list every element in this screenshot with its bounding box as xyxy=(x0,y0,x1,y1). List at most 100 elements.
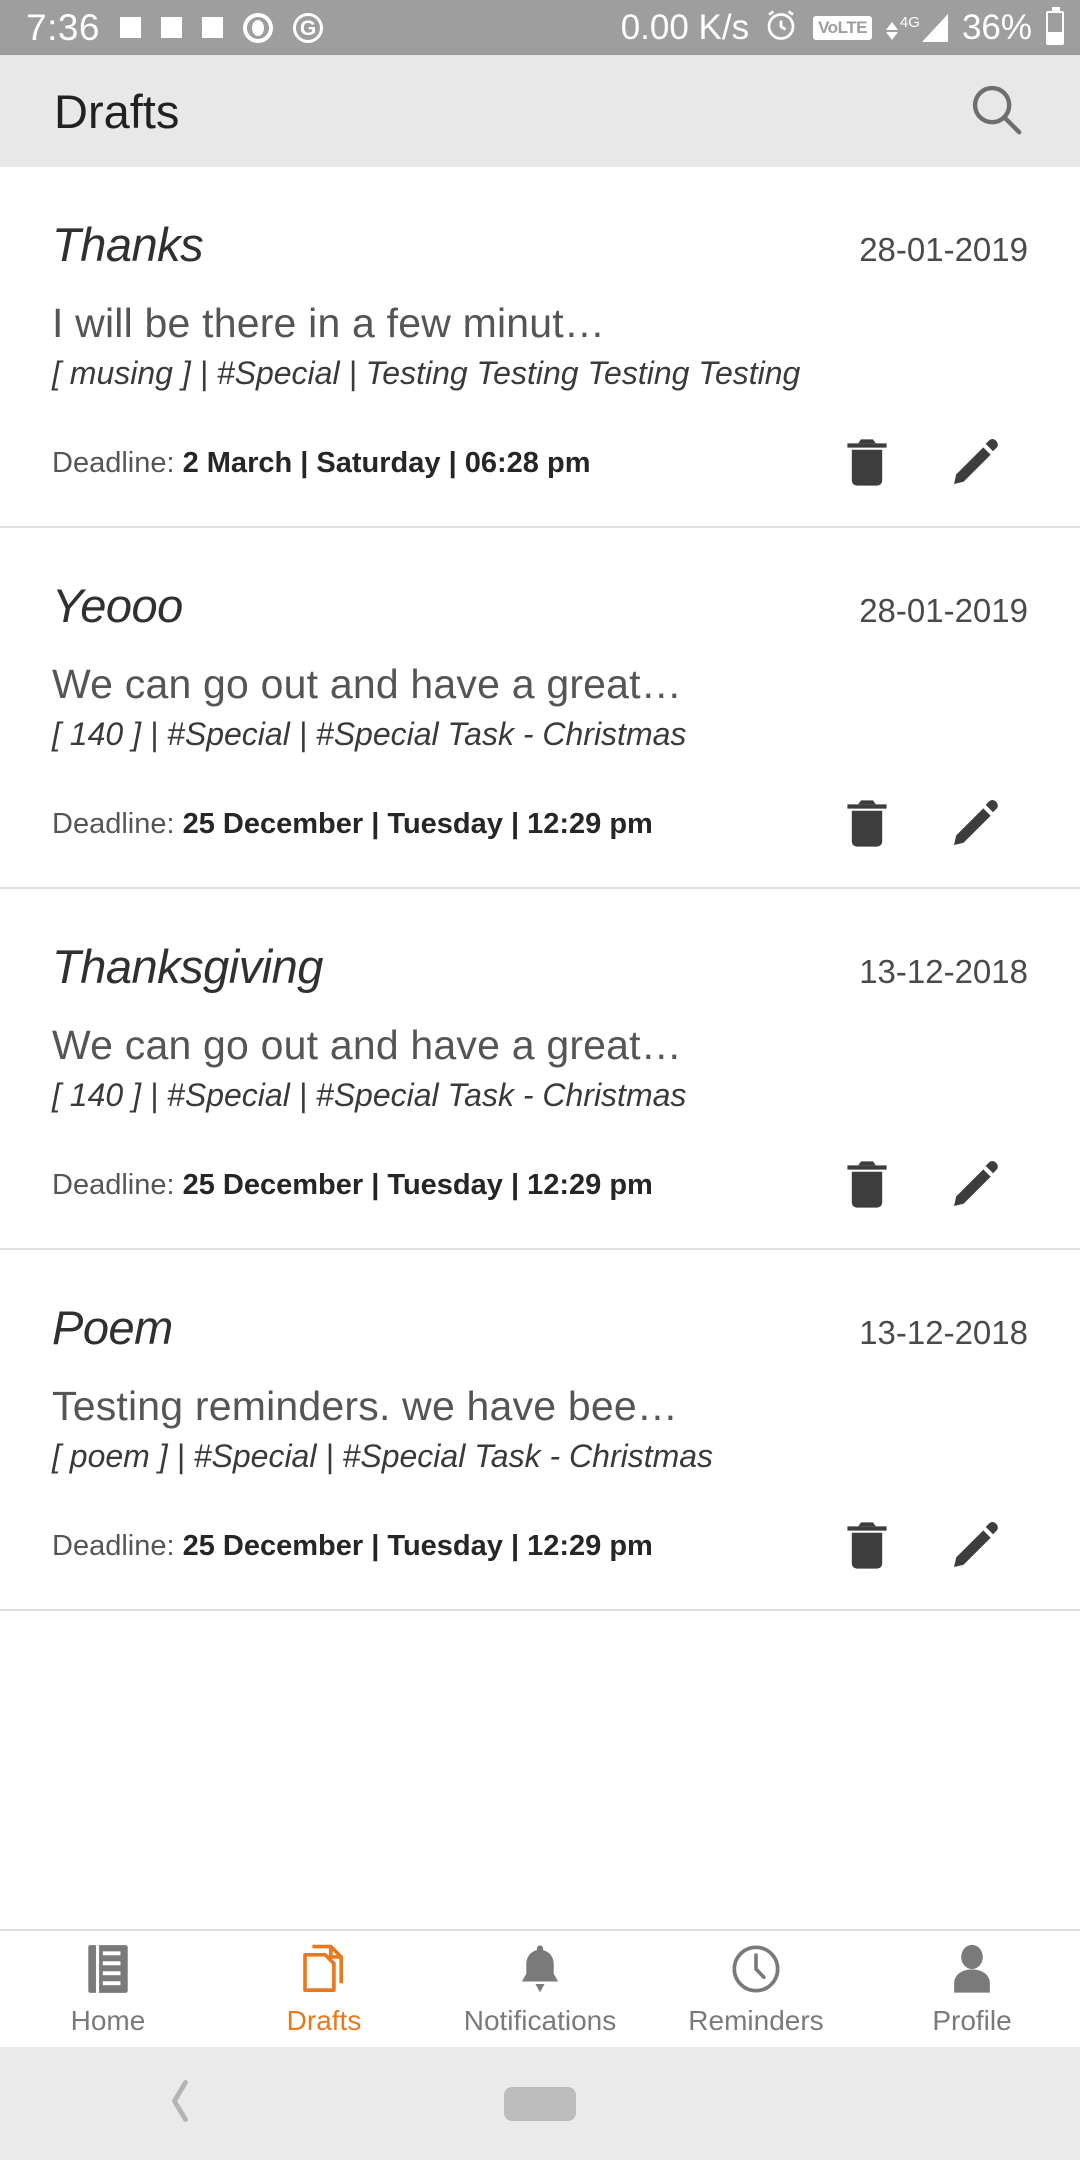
google-icon: G xyxy=(293,12,324,43)
draft-preview: We can go out and have a great… xyxy=(52,1022,682,1068)
record-icon xyxy=(243,12,274,43)
data-arrows-icon xyxy=(885,21,898,40)
nav-item-profile[interactable]: Profile xyxy=(864,1941,1080,2037)
card-actions xyxy=(832,1150,1028,1220)
clock-icon xyxy=(730,1941,782,1997)
draft-title: Yeooo xyxy=(52,579,183,632)
card-footer: Deadline: 25 December | Tuesday | 12:29 … xyxy=(52,1150,1028,1220)
square-icon xyxy=(161,17,183,38)
search-button[interactable] xyxy=(958,73,1034,149)
draft-date: 28-01-2019 xyxy=(859,231,1028,268)
home-pill-icon xyxy=(504,2086,576,2121)
edit-button[interactable] xyxy=(942,789,1012,859)
pencil-icon xyxy=(951,435,1003,492)
deadline-label: Deadline: xyxy=(52,1168,175,1201)
draft-preview: Testing reminders. we have bee… xyxy=(52,1383,679,1429)
list-item[interactable]: Poem 13-12-2018 Testing reminders. we ha… xyxy=(0,1250,1080,1611)
draft-date: 28-01-2019 xyxy=(859,592,1028,629)
list-item[interactable]: Thanks 28-01-2019 I will be there in a f… xyxy=(0,167,1080,528)
trash-icon xyxy=(843,1518,891,1575)
card-actions xyxy=(832,1511,1028,1581)
alarm-icon xyxy=(763,7,799,48)
nav-label: Home xyxy=(70,2005,146,2036)
draft-preview: I will be there in a few minut… xyxy=(52,300,606,346)
card-footer: Deadline: 2 March | Saturday | 06:28 pm xyxy=(52,428,1028,498)
nav-item-home[interactable]: Home xyxy=(0,1941,216,2037)
signal-icon: 4G xyxy=(885,13,948,42)
system-back-button[interactable] xyxy=(0,2075,360,2132)
pencil-icon xyxy=(951,1157,1003,1214)
network-type-label: 4G xyxy=(899,13,920,31)
battery-percent-text: 36% xyxy=(961,7,1032,47)
draft-date: 13-12-2018 xyxy=(859,953,1028,990)
square-icon xyxy=(202,17,224,38)
deadline-value: 25 December | Tuesday | 12:29 pm xyxy=(182,1529,653,1562)
nav-item-drafts[interactable]: Drafts xyxy=(216,1941,432,2037)
deadline-text: Deadline: 25 December | Tuesday | 12:29 … xyxy=(52,808,653,841)
status-bar-left: 7:36 G xyxy=(26,6,324,49)
edit-button[interactable] xyxy=(942,428,1012,498)
draft-title: Poem xyxy=(52,1301,173,1354)
nav-label: Profile xyxy=(932,2005,1012,2036)
deadline-value: 2 March | Saturday | 06:28 pm xyxy=(182,446,591,479)
status-bar-clock: 7:36 xyxy=(26,6,101,48)
trash-icon xyxy=(843,796,891,853)
deadline-label: Deadline: xyxy=(52,807,175,840)
delete-button[interactable] xyxy=(832,789,902,859)
nav-item-reminders[interactable]: Reminders xyxy=(648,1941,864,2037)
square-icon xyxy=(120,17,142,38)
deadline-text: Deadline: 25 December | Tuesday | 12:29 … xyxy=(52,1169,653,1202)
card-actions xyxy=(832,789,1028,859)
deadline-label: Deadline: xyxy=(52,1529,175,1562)
deadline-text: Deadline: 25 December | Tuesday | 12:29 … xyxy=(52,1530,653,1563)
card-header: Thanksgiving 13-12-2018 xyxy=(52,939,1028,994)
deadline-text: Deadline: 2 March | Saturday | 06:28 pm xyxy=(52,447,590,480)
draft-tags: [ 140 ] | #Special | #Special Task - Chr… xyxy=(52,716,687,752)
draft-title: Thanks xyxy=(52,218,204,271)
pencil-icon xyxy=(951,1518,1003,1575)
search-icon xyxy=(965,78,1027,145)
card-body: Testing reminders. we have bee… [ poem ]… xyxy=(52,1383,1028,1475)
drafts-list: Thanks 28-01-2019 I will be there in a f… xyxy=(0,167,1080,1611)
pencil-icon xyxy=(951,796,1003,853)
card-header: Poem 13-12-2018 xyxy=(52,1300,1028,1355)
deadline-value: 25 December | Tuesday | 12:29 pm xyxy=(182,1168,653,1201)
deadline-value: 25 December | Tuesday | 12:29 pm xyxy=(182,807,653,840)
card-actions xyxy=(832,428,1028,498)
system-home-button[interactable] xyxy=(360,2086,720,2121)
trash-icon xyxy=(843,435,891,492)
volte-icon: VoLTE xyxy=(813,15,872,40)
draft-tags: [ poem ] | #Special | #Special Task - Ch… xyxy=(52,1438,714,1474)
person-icon xyxy=(947,1941,997,1997)
nav-item-notifications[interactable]: Notifications xyxy=(432,1941,648,2037)
list-item[interactable]: Yeooo 28-01-2019 We can go out and have … xyxy=(0,528,1080,889)
delete-button[interactable] xyxy=(832,1511,902,1581)
edit-button[interactable] xyxy=(942,1150,1012,1220)
edit-button[interactable] xyxy=(942,1511,1012,1581)
card-header: Yeooo 28-01-2019 xyxy=(52,578,1028,633)
signal-bars-icon xyxy=(921,13,948,42)
card-footer: Deadline: 25 December | Tuesday | 12:29 … xyxy=(52,1511,1028,1581)
app-bar: Drafts xyxy=(0,55,1080,167)
draft-title: Thanksgiving xyxy=(52,940,323,993)
list-item[interactable]: Thanksgiving 13-12-2018 We can go out an… xyxy=(0,889,1080,1250)
draft-preview: We can go out and have a great… xyxy=(52,661,682,707)
android-status-bar: 7:36 G 0.00 K/s VoLTE 4G 36% xyxy=(0,0,1080,55)
page-title: Drafts xyxy=(54,84,180,138)
card-footer: Deadline: 25 December | Tuesday | 12:29 … xyxy=(52,789,1028,859)
bell-icon xyxy=(515,1941,565,1997)
android-navigation-bar xyxy=(0,2047,1080,2160)
documents-icon xyxy=(298,1941,350,1997)
draft-tags: [ 140 ] | #Special | #Special Task - Chr… xyxy=(52,1077,687,1113)
deadline-label: Deadline: xyxy=(52,446,175,479)
trash-icon xyxy=(843,1157,891,1214)
nav-label: Notifications xyxy=(463,2005,617,2036)
card-header: Thanks 28-01-2019 xyxy=(52,217,1028,272)
delete-button[interactable] xyxy=(832,428,902,498)
delete-button[interactable] xyxy=(832,1150,902,1220)
battery-icon xyxy=(1046,6,1064,45)
back-chevron-icon xyxy=(163,2075,197,2132)
status-bar-right: 0.00 K/s VoLTE 4G 36% xyxy=(621,6,1064,48)
card-body: I will be there in a few minut… [ musing… xyxy=(52,300,1028,392)
card-body: We can go out and have a great… [ 140 ] … xyxy=(52,1022,1028,1114)
